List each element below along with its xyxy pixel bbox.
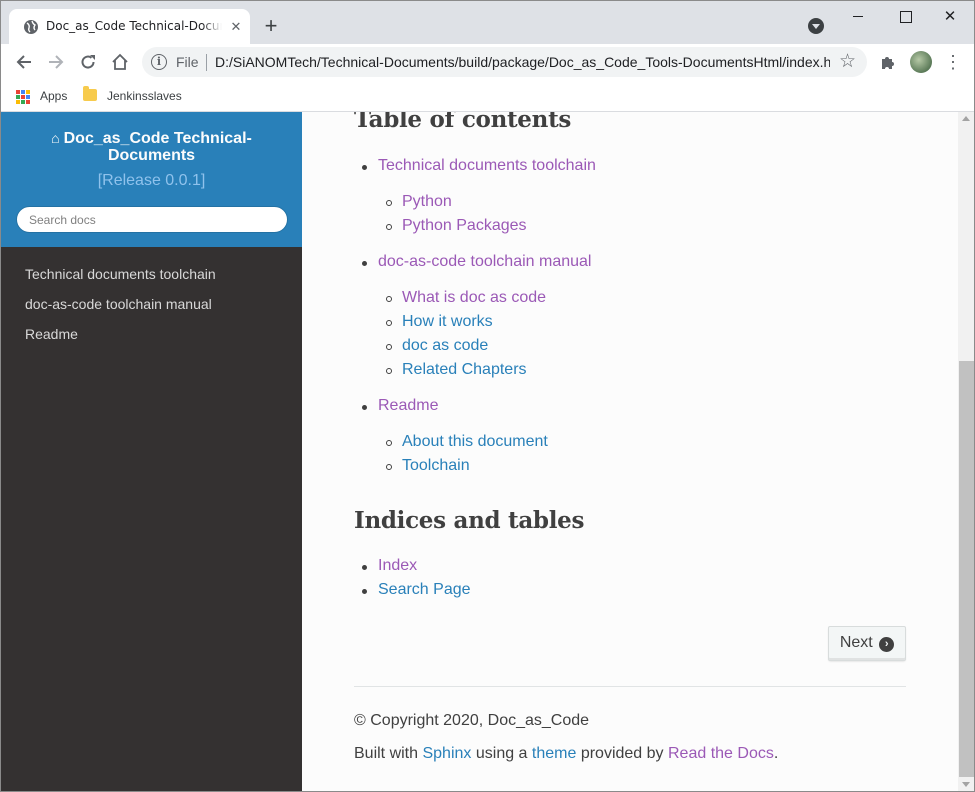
bullet (362, 165, 367, 170)
bullet (362, 405, 367, 410)
url-text[interactable]: D:/SiANOMTech/Technical-Documents/build/… (215, 54, 830, 70)
scrollbar-thumb[interactable] (959, 361, 974, 777)
toc-link[interactable]: doc as code (402, 335, 488, 357)
next-button[interactable]: Next › (828, 626, 906, 661)
home-icon: ⌂ (51, 130, 60, 146)
puzzle-icon (882, 57, 894, 69)
scroll-up-arrow-icon[interactable] (962, 116, 970, 121)
omnibox-divider (206, 54, 207, 71)
scroll-down-arrow-icon[interactable] (962, 782, 970, 787)
browser-window: Doc_as_Code Technical-Documents ✕ + ✕ i … (0, 0, 975, 792)
provided-text: provided by (580, 745, 664, 762)
copyright-text: © Copyright 2020, Doc_as_Code (354, 712, 590, 729)
apps-grid-icon (16, 90, 30, 104)
tab-title: Doc_as_Code Technical-Documents (46, 19, 222, 33)
using-text: using a (475, 745, 528, 762)
indices-heading: Indices and tables (354, 507, 585, 534)
bookmark-star-icon[interactable]: ☆ (839, 50, 856, 73)
toc-link[interactable]: Toolchain (402, 455, 470, 477)
sidebar-item-technical-documents-toolchain[interactable]: Technical documents toolchain (1, 259, 302, 289)
toc-link[interactable]: About this document (402, 431, 548, 453)
sidebar-nav: Technical documents toolchain doc-as-cod… (1, 259, 302, 349)
globe-icon (24, 20, 38, 34)
sidebar-header: ⌂ Doc_as_Code Technical-Documents [Releas… (1, 112, 302, 247)
address-bar[interactable]: i File D:/SiANOMTech/Technical-Documents… (142, 47, 867, 77)
bullet (386, 344, 392, 350)
toc-link[interactable]: Readme (378, 395, 438, 417)
arrow-circle-right-icon: › (879, 637, 895, 652)
read-the-docs-link[interactable]: Read the Docs (668, 745, 774, 762)
toc-link[interactable]: What is doc as code (402, 287, 546, 309)
browser-tab[interactable]: Doc_as_Code Technical-Documents ✕ (9, 9, 250, 44)
sphinx-link[interactable]: Sphinx (422, 745, 471, 762)
search-page-link[interactable]: Search Page (378, 579, 471, 601)
project-title: Doc_as_Code Technical-Documents (63, 130, 252, 164)
reload-icon (81, 55, 95, 69)
built-prefix: Built with (354, 745, 419, 762)
bookmarks-bar: Apps Jenkinsslaves (1, 80, 974, 112)
home-outline-icon (112, 53, 128, 70)
folder-icon (83, 86, 97, 101)
bullet (362, 589, 367, 594)
bookmark-apps-label: Apps (40, 89, 68, 103)
profile-avatar[interactable] (910, 51, 932, 73)
bullet (386, 296, 392, 302)
bullet (386, 464, 392, 470)
window-close-button[interactable]: ✕ (927, 1, 973, 33)
arrow-right-icon (49, 55, 64, 69)
sidebar-item-doc-as-code-toolchain-manual[interactable]: doc-as-code toolchain manual (1, 289, 302, 319)
bullet (386, 224, 392, 230)
theme-link[interactable]: theme (532, 745, 576, 762)
info-icon[interactable]: i (151, 54, 167, 70)
built-with-line: Built with Sphinx using a theme provided… (354, 745, 778, 763)
index-link[interactable]: Index (378, 555, 417, 577)
reload-button[interactable] (75, 49, 101, 75)
forward-button[interactable] (43, 49, 69, 75)
arrow-left-icon (16, 55, 31, 69)
maximize-button[interactable] (881, 1, 927, 33)
bullet (386, 200, 392, 206)
docs-sidebar: ⌂ Doc_as_Code Technical-Documents [Releas… (1, 112, 302, 791)
home-button[interactable] (107, 49, 133, 75)
extensions-icon[interactable] (878, 49, 898, 75)
bullet (362, 565, 367, 570)
tab-strip: Doc_as_Code Technical-Documents ✕ + ✕ (1, 1, 974, 44)
toc-link[interactable]: doc-as-code toolchain manual (378, 251, 591, 273)
toc-link[interactable]: How it works (402, 311, 493, 333)
toc-heading: Table of contents (354, 112, 572, 133)
footer-period: . (773, 745, 779, 762)
toc-link[interactable]: Related Chapters (402, 359, 527, 381)
tab-search-icon[interactable] (808, 18, 824, 34)
vertical-scrollbar[interactable] (958, 112, 974, 791)
main-content: Table of contents Technical documents to… (302, 112, 958, 791)
project-home-link[interactable]: ⌂ Doc_as_Code Technical-Documents (21, 130, 282, 164)
release-version: [Release 0.0.1] (97, 172, 206, 189)
bullet (362, 261, 367, 266)
toc-link[interactable]: Technical documents toolchain (378, 155, 596, 177)
bullet (386, 320, 392, 326)
toc-link[interactable]: Python Packages (402, 215, 527, 237)
bullet (386, 368, 392, 374)
search-input[interactable] (16, 206, 288, 233)
footer-divider (354, 686, 906, 687)
bookmark-folder-label: Jenkinsslaves (107, 89, 182, 103)
new-tab-button[interactable]: + (259, 14, 283, 38)
toc-link[interactable]: Python (402, 191, 452, 213)
minimize-button[interactable] (835, 1, 881, 33)
next-label: Next (839, 634, 873, 651)
sidebar-item-readme[interactable]: Readme (1, 319, 302, 349)
kebab-menu-icon[interactable]: ⋮ (944, 49, 962, 75)
browser-toolbar: i File D:/SiANOMTech/Technical-Documents… (1, 44, 974, 80)
tab-close-icon[interactable]: ✕ (228, 19, 244, 35)
back-button[interactable] (11, 49, 37, 75)
bullet (386, 440, 392, 446)
url-scheme: File (176, 54, 199, 70)
